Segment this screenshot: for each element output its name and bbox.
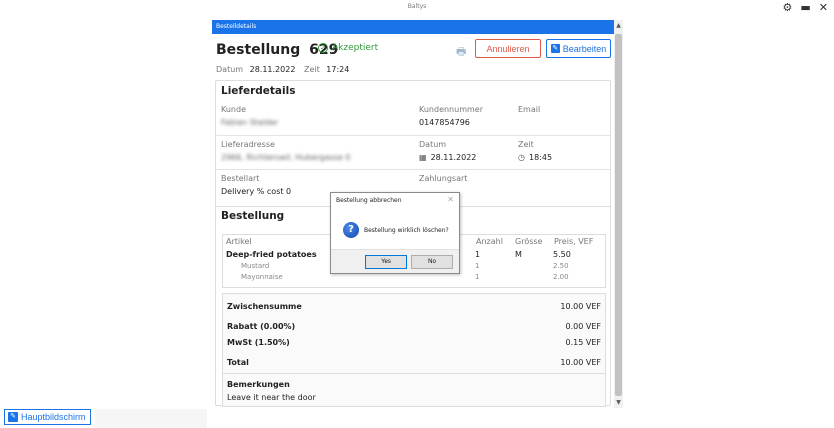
customer-value: Fabian Stalder: [221, 118, 279, 127]
order-datetime: Datum 28.11.2022 Zeit 17:24: [216, 65, 355, 74]
check-circle-icon: ✓: [318, 43, 328, 53]
item-size: M: [515, 250, 522, 259]
delivery-time-label: Zeit: [518, 140, 534, 149]
subitem-price: 2.00: [553, 273, 569, 281]
printer-icon[interactable]: 🖶: [456, 43, 466, 62]
notes-box: Bemerkungen Leave it near the door: [222, 373, 606, 407]
total-value: 10.00 VEF: [560, 358, 601, 367]
item-qty: 1: [475, 250, 481, 259]
calendar-icon: ▦: [419, 153, 427, 162]
dialog-footer: Yes No: [331, 249, 459, 273]
email-label: Email: [518, 105, 541, 114]
edit-icon: ✎: [550, 44, 560, 53]
edit-icon: ✎: [8, 412, 18, 422]
subitem-price: 2.50: [553, 262, 569, 270]
cancel-order-dialog: Bestellung abbrechen ✕ ? Bestellung wirk…: [330, 192, 460, 274]
status-badge: ✓ Akzeptiert: [318, 43, 378, 53]
no-button[interactable]: No: [411, 255, 453, 269]
vertical-scrollbar[interactable]: ▲ ▼: [614, 20, 623, 408]
scroll-thumb[interactable]: [615, 34, 622, 396]
payment-cell: Zahlungsart: [419, 174, 467, 187]
customer-number-value: 0147854796: [419, 118, 470, 127]
subitem-qty: 1: [475, 273, 480, 281]
cancel-order-button[interactable]: Annulieren: [475, 39, 541, 58]
customer-number-cell: Kundennummer 0147854796: [419, 105, 483, 127]
close-icon[interactable]: ✕: [447, 195, 454, 204]
col-size: Grösse: [515, 237, 543, 246]
order-type-label: Bestellart: [221, 174, 260, 183]
tax-label: MwSt (1.50%): [227, 338, 290, 347]
delivery-date-line: ▦ 28.11.2022: [419, 153, 476, 162]
col-article: Artikel: [226, 237, 252, 246]
notes-label: Bemerkungen: [227, 380, 290, 389]
time-value: 17:24: [326, 65, 350, 74]
payment-label: Zahlungsart: [419, 174, 468, 183]
delivery-time-value: 18:45: [528, 153, 553, 162]
col-qty: Anzahl: [476, 237, 503, 246]
dialog-message: Bestellung wirklich löschen?: [364, 226, 449, 234]
time-label: Zeit: [303, 65, 320, 74]
address-value: 2966, Richterswil, Hubergasse 0: [221, 153, 351, 162]
window-controls: ⚙ ▬ ✕: [783, 2, 829, 14]
order-type-value: Delivery % cost 0: [221, 187, 292, 196]
customer-cell: Kunde Fabian Stalder: [221, 105, 278, 127]
clock-icon: ◷: [518, 153, 525, 162]
minimize-icon[interactable]: ▬: [800, 2, 810, 14]
order-type-cell: Bestellart Delivery % cost 0: [221, 174, 291, 196]
tax-value: 0.15 VEF: [565, 338, 601, 347]
order-title-label: Bestellung: [216, 42, 301, 58]
window-titlebar: Baltys ⚙ ▬ ✕: [0, 0, 834, 17]
footer-strip: [95, 409, 207, 428]
scroll-up-icon[interactable]: ▲: [614, 22, 623, 31]
dialog-body: ? Bestellung wirklich löschen?: [331, 209, 459, 251]
date-label: Datum: [216, 65, 244, 74]
email-cell: Email: [518, 105, 540, 118]
delivery-time-line: ◷ 18:45: [518, 153, 552, 162]
totals-box: Zwischensumme 10.00 VEF Rabatt (0.00%) 0…: [222, 293, 606, 377]
scroll-down-icon[interactable]: ▼: [614, 399, 623, 408]
date-value: 28.11.2022: [249, 65, 296, 74]
item-name: Deep-fried potatoes: [226, 250, 317, 259]
close-icon[interactable]: ✕: [819, 2, 828, 14]
delivery-date-value: 28.11.2022: [430, 153, 477, 162]
total-label: Total: [227, 358, 249, 367]
address-row: Lieferadresse 2966, Richterswil, Huberga…: [216, 135, 610, 169]
edit-order-button[interactable]: ✎ Bearbeiten: [546, 39, 611, 58]
dialog-titlebar: Bestellung abbrechen ✕: [331, 193, 459, 209]
customer-row: Kunde Fabian Stalder Kundennummer 014785…: [216, 101, 610, 135]
notes-value: Leave it near the door: [227, 393, 316, 402]
subitem-name: Mayonnaise: [241, 273, 283, 281]
subitem-name: Mustard: [241, 262, 270, 270]
subtotal-value: 10.00 VEF: [560, 302, 601, 311]
status-text: Akzeptiert: [332, 43, 379, 53]
delivery-date-cell: Datum ▦ 28.11.2022: [419, 140, 476, 162]
panel-header: Bestelldetails: [212, 20, 614, 34]
table-row: Mayonnaise 1 2.00: [223, 273, 605, 283]
subitem-qty: 1: [475, 262, 480, 270]
delivery-time-cell: Zeit ◷ 18:45: [518, 140, 552, 162]
edit-label: Bearbeiten: [562, 43, 607, 54]
home-button[interactable]: ✎ Hauptbildschirm: [4, 409, 91, 425]
discount-value: 0.00 VEF: [565, 322, 601, 331]
subtotal-label: Zwischensumme: [227, 302, 302, 311]
discount-label: Rabatt (0.00%): [227, 322, 296, 331]
customer-label: Kunde: [221, 105, 246, 114]
customer-number-label: Kundennummer: [419, 105, 483, 114]
item-price: 5.50: [553, 250, 571, 259]
address-cell: Lieferadresse 2966, Richterswil, Huberga…: [221, 140, 350, 162]
app-title: Baltys: [407, 3, 427, 10]
home-label: Hauptbildschirm: [21, 412, 86, 422]
yes-button[interactable]: Yes: [365, 255, 407, 269]
delivery-title: Lieferdetails: [221, 85, 296, 97]
dialog-title: Bestellung abbrechen: [336, 197, 402, 204]
address-label: Lieferadresse: [221, 140, 275, 149]
col-price: Preis, VEF: [554, 237, 594, 246]
question-icon: ?: [343, 222, 359, 238]
delivery-date-label: Datum: [419, 140, 447, 149]
gear-icon[interactable]: ⚙: [783, 2, 793, 14]
